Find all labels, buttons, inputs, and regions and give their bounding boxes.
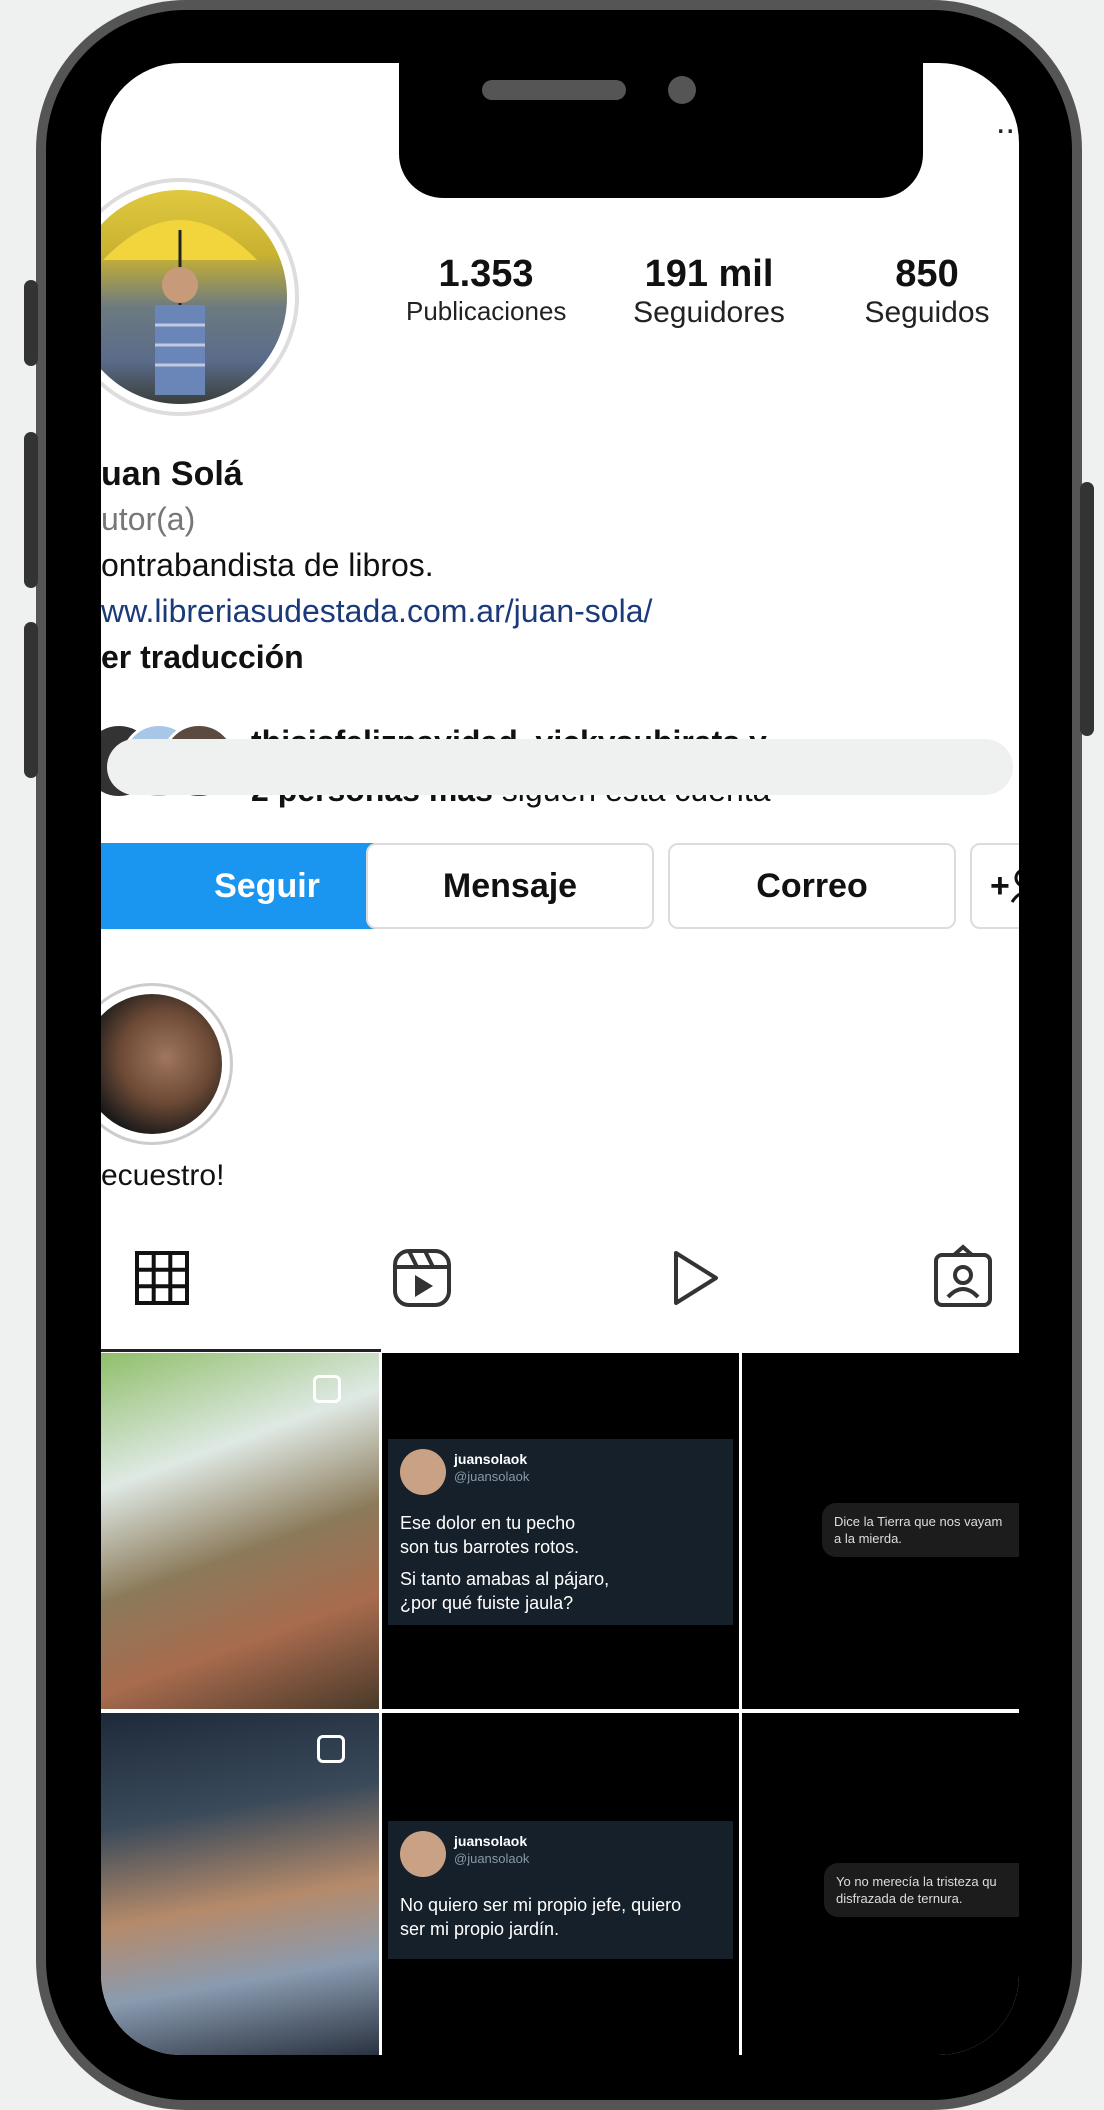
post-thumbnail[interactable]: Yo no merecía la tristeza qu disfrazada … bbox=[742, 1713, 1019, 2055]
more-options-icon[interactable]: ... bbox=[996, 103, 1019, 142]
tweet-avatar bbox=[400, 1831, 446, 1877]
tweet-line: Si tanto amabas al pájaro, bbox=[400, 1569, 610, 1589]
mute-switch bbox=[24, 280, 38, 366]
add-user-button[interactable]: + bbox=[970, 843, 1019, 929]
active-tab-indicator bbox=[101, 1349, 381, 1352]
quote-line: a la mierda. bbox=[834, 1531, 902, 1546]
tweet-line: ser mi propio jardín. bbox=[400, 1919, 560, 1939]
stat-followers[interactable]: 191 mil Seguidores bbox=[611, 253, 807, 330]
volume-up-button bbox=[24, 432, 38, 588]
quote-bubble: Dice la Tierra que nos vayam a la mierda… bbox=[822, 1503, 1019, 1557]
profile-avatar[interactable] bbox=[101, 178, 299, 416]
add-user-plus: + bbox=[990, 866, 1010, 905]
tweet-card: juansolaok @juansolaok Ese dolor en tu p… bbox=[388, 1439, 733, 1625]
screen: juansolaok ... 1.353 Publicaciones 191 m… bbox=[101, 63, 1019, 2055]
stat-followers-label: Seguidores bbox=[633, 296, 785, 329]
stat-following-label: Seguidos bbox=[864, 296, 990, 329]
quote-bubble: Yo no merecía la tristeza qu disfrazada … bbox=[824, 1863, 1019, 1917]
quote-line: disfrazada de ternura. bbox=[836, 1891, 963, 1906]
volume-down-button bbox=[24, 622, 38, 778]
grid-icon[interactable] bbox=[127, 1243, 197, 1313]
message-button[interactable]: Mensaje bbox=[366, 843, 654, 929]
tweet-line: ¿por qué fuiste jaula? bbox=[400, 1593, 574, 1613]
post-thumbnail[interactable]: Dice la Tierra que nos vayam a la mierda… bbox=[742, 1353, 1019, 1709]
tweet-card: juansolaok @juansolaok No quiero ser mi … bbox=[388, 1821, 733, 1959]
email-button[interactable]: Correo bbox=[668, 843, 956, 929]
post-thumbnail[interactable]: juansolaok @juansolaok Ese dolor en tu p… bbox=[382, 1353, 739, 1709]
front-camera bbox=[668, 76, 696, 104]
tweet-name: juansolaok bbox=[454, 1451, 528, 1467]
carousel-icon bbox=[313, 1375, 341, 1403]
profile-name: uan Solá bbox=[101, 455, 243, 493]
reels-icon[interactable] bbox=[387, 1243, 457, 1313]
profile-category: utor(a) bbox=[101, 501, 196, 537]
see-translation-link[interactable]: er traducción bbox=[101, 639, 304, 676]
post-thumbnail[interactable] bbox=[101, 1713, 379, 2055]
tweet-avatar bbox=[400, 1449, 446, 1495]
tweet-line: son tus barrotes rotos. bbox=[400, 1537, 580, 1557]
stat-posts-value: 1.353 bbox=[438, 253, 534, 295]
highlight-label: ecuestro! bbox=[101, 1159, 225, 1192]
quote-line: Yo no merecía la tristeza qu bbox=[836, 1874, 997, 1889]
power-button bbox=[1080, 482, 1094, 736]
tweet-handle: @juansolaok bbox=[454, 1851, 530, 1866]
profile-bio: ontrabandista de libros. bbox=[101, 547, 434, 583]
profile-link[interactable]: ww.libreriasudestada.com.ar/juan-sola/ bbox=[101, 593, 652, 630]
stat-following[interactable]: 850 Seguidos bbox=[837, 253, 1017, 330]
overlay-bar bbox=[107, 739, 1013, 795]
highlight-photo bbox=[101, 994, 222, 1134]
carousel-icon bbox=[317, 1735, 345, 1763]
stat-posts[interactable]: 1.353 Publicaciones bbox=[406, 253, 566, 327]
story-highlight[interactable] bbox=[101, 983, 233, 1145]
stat-following-value: 850 bbox=[895, 253, 959, 295]
tweet-name: juansolaok bbox=[454, 1833, 528, 1849]
video-icon[interactable] bbox=[658, 1243, 728, 1313]
stat-posts-label: Publicaciones bbox=[406, 296, 567, 326]
tweet-handle: @juansolaok bbox=[454, 1469, 530, 1484]
post-thumbnail[interactable]: juansolaok @juansolaok No quiero ser mi … bbox=[382, 1713, 739, 2055]
notch bbox=[399, 63, 923, 198]
post-thumbnail[interactable] bbox=[101, 1353, 379, 1709]
avatar-photo bbox=[101, 190, 287, 404]
person-icon bbox=[1010, 869, 1019, 903]
tagged-icon[interactable] bbox=[928, 1243, 998, 1313]
stat-followers-value: 191 mil bbox=[644, 253, 774, 295]
quote-line: Dice la Tierra que nos vayam bbox=[834, 1514, 1003, 1529]
tweet-line: Ese dolor en tu pecho bbox=[400, 1513, 576, 1533]
tweet-line: No quiero ser mi propio jefe, quiero bbox=[400, 1895, 682, 1915]
speaker-grille bbox=[482, 80, 626, 100]
